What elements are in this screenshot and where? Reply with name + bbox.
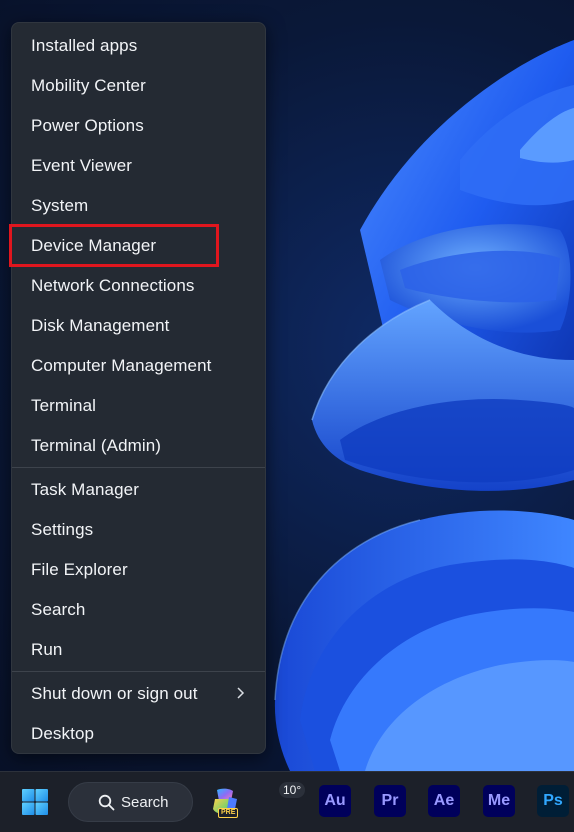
adobe-after-effects-icon[interactable]: Ae	[428, 785, 460, 817]
copilot-preview-badge: PRE	[218, 808, 239, 818]
adobe-photoshop-icon[interactable]: Ps	[537, 785, 569, 817]
winx-context-menu: Installed apps Mobility Center Power Opt…	[11, 22, 266, 754]
menu-item-search[interactable]: Search	[12, 590, 265, 630]
copilot-button[interactable]: PRE	[206, 784, 244, 820]
adobe-media-encoder-icon[interactable]: Me	[483, 785, 515, 817]
weather-widget[interactable]: 10°	[262, 780, 306, 824]
menu-separator	[12, 467, 265, 468]
menu-item-file-explorer[interactable]: File Explorer	[12, 550, 265, 590]
windows-logo-icon	[22, 789, 48, 815]
menu-item-mobility-center[interactable]: Mobility Center	[12, 66, 265, 106]
menu-item-desktop[interactable]: Desktop	[12, 714, 265, 754]
menu-item-shut-down-or-sign-out[interactable]: Shut down or sign out	[12, 674, 265, 714]
menu-item-terminal[interactable]: Terminal	[12, 386, 265, 426]
menu-item-installed-apps[interactable]: Installed apps	[12, 26, 265, 66]
menu-item-task-manager[interactable]: Task Manager	[12, 470, 265, 510]
menu-item-system[interactable]: System	[12, 186, 265, 226]
search-label: Search	[121, 793, 169, 811]
weather-temperature: 10°	[279, 782, 306, 798]
menu-item-run[interactable]: Run	[12, 630, 265, 670]
device-manager-highlight-box	[9, 224, 219, 267]
menu-item-terminal-admin[interactable]: Terminal (Admin)	[12, 426, 265, 466]
menu-item-disk-management[interactable]: Disk Management	[12, 306, 265, 346]
menu-item-network-connections[interactable]: Network Connections	[12, 266, 265, 306]
taskbar-search-box[interactable]: Search	[68, 782, 193, 822]
menu-item-settings[interactable]: Settings	[12, 510, 265, 550]
menu-item-label: Shut down or sign out	[31, 684, 198, 703]
menu-item-power-options[interactable]: Power Options	[12, 106, 265, 146]
menu-item-event-viewer[interactable]: Event Viewer	[12, 146, 265, 186]
taskbar: Search PRE 10° Au Pr Ae Me Ps	[0, 771, 574, 832]
adobe-premiere-pro-icon[interactable]: Pr	[374, 785, 406, 817]
menu-separator	[12, 671, 265, 672]
start-button[interactable]	[14, 782, 56, 822]
search-icon	[98, 794, 115, 811]
chevron-right-icon	[237, 687, 245, 699]
adobe-audition-icon[interactable]: Au	[319, 785, 351, 817]
menu-item-computer-management[interactable]: Computer Management	[12, 346, 265, 386]
